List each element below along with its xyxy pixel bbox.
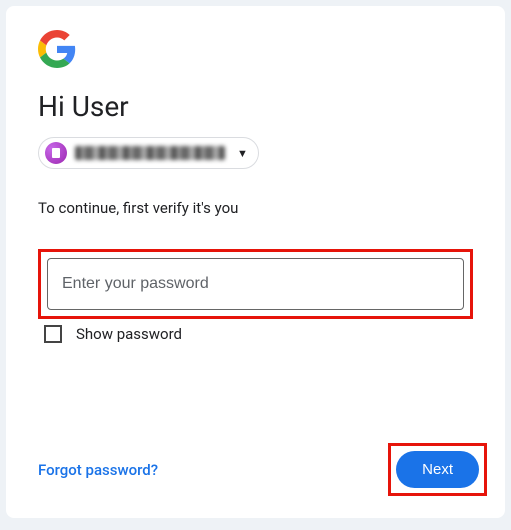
avatar (45, 142, 67, 164)
next-button[interactable]: Next (396, 451, 479, 488)
account-email-obscured (75, 146, 225, 160)
google-logo-icon (38, 30, 473, 72)
account-selector[interactable]: ▼ (38, 137, 259, 169)
page-title: Hi User (38, 90, 473, 123)
show-password-label: Show password (76, 325, 182, 343)
forgot-password-link[interactable]: Forgot password? (38, 461, 158, 479)
password-input[interactable] (47, 258, 464, 310)
chevron-down-icon: ▼ (237, 147, 248, 160)
show-password-row: Show password (44, 325, 473, 343)
signin-card: Hi User ▼ To continue, first verify it's… (6, 6, 505, 518)
show-password-checkbox[interactable] (44, 325, 62, 343)
verify-subtext: To continue, first verify it's you (38, 199, 473, 217)
password-highlight-box (38, 249, 473, 319)
footer-row: Forgot password? Next (38, 443, 487, 496)
next-highlight-box: Next (388, 443, 487, 496)
